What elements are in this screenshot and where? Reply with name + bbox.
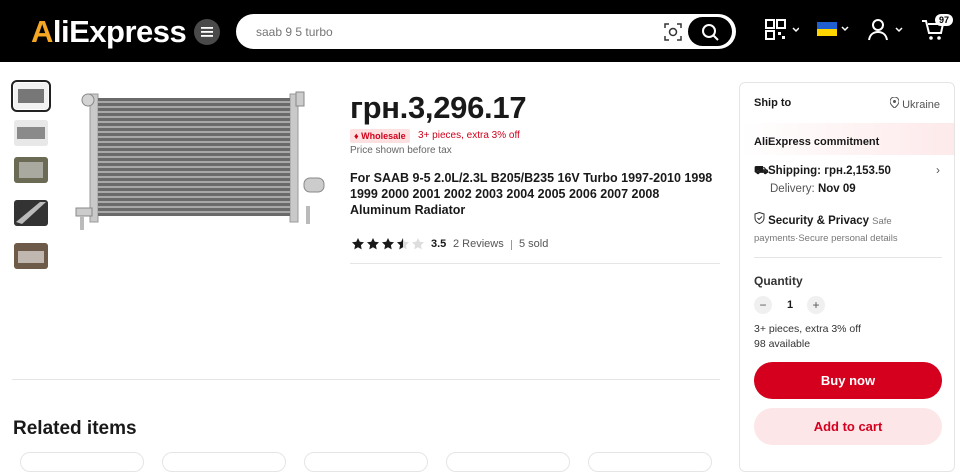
- thumbnail-1[interactable]: [11, 80, 51, 112]
- divider: [12, 379, 720, 380]
- qr-code-icon[interactable]: [765, 19, 799, 41]
- menu-button[interactable]: [194, 19, 220, 45]
- radiator-thumbnail-image: [14, 243, 48, 269]
- delivery-info: Delivery: Nov 09: [770, 183, 856, 195]
- thumbnail-4[interactable]: [14, 200, 48, 226]
- add-to-cart-button[interactable]: Add to cart: [754, 408, 942, 445]
- commitment-title: AliExpress commitment: [754, 136, 880, 148]
- search-button[interactable]: [688, 17, 732, 46]
- ship-to-label: Ship to: [754, 97, 792, 109]
- radiator-thumbnail-image: [14, 83, 48, 109]
- purchase-panel: Ship to Ukraine AliExpress commitment ⛟S…: [739, 82, 955, 472]
- rating-value: 3.5: [431, 238, 447, 250]
- star-icon: [352, 238, 364, 250]
- top-header: AliExpress 97: [0, 0, 960, 62]
- rating-stars[interactable]: [352, 238, 426, 250]
- thumbnail-3[interactable]: [14, 157, 48, 183]
- main-product-image[interactable]: [70, 86, 330, 232]
- quantity-increase-button[interactable]: +: [807, 296, 825, 314]
- product-title: For SAAB 9-5 2.0L/2.3L B205/B235 16V Tur…: [350, 171, 713, 217]
- quantity-value[interactable]: 1: [787, 299, 793, 311]
- image-search-icon[interactable]: [664, 23, 682, 41]
- shield-icon: [754, 211, 765, 225]
- cart-count-badge: 97: [935, 14, 954, 26]
- quantity-info: 3+ pieces, extra 3% off 98 available: [754, 323, 861, 350]
- ukraine-flag-icon[interactable]: [817, 22, 851, 38]
- search-bar: [236, 14, 736, 49]
- related-item-card[interactable]: [446, 452, 570, 472]
- divider: [511, 240, 512, 250]
- radiator-thumbnail-image: [14, 200, 48, 226]
- truck-icon: ⛟: [754, 165, 769, 177]
- tax-note: Price shown before tax: [350, 145, 452, 156]
- related-item-card[interactable]: [162, 452, 286, 472]
- wholesale-offer-text: 3+ pieces, extra 3% off: [418, 130, 520, 141]
- radiator-thumbnail-image: [14, 157, 48, 183]
- hamburger-icon: [201, 27, 213, 37]
- thumbnail-2[interactable]: [14, 120, 48, 146]
- radiator-thumbnail-image: [14, 120, 48, 146]
- divider: [754, 257, 942, 258]
- buy-now-button[interactable]: Buy now: [754, 362, 942, 399]
- wholesale-badge: ♦ Wholesale: [350, 129, 410, 143]
- thumbnail-5[interactable]: [14, 243, 48, 269]
- product-price: грн.3,296.17: [350, 90, 527, 125]
- search-input[interactable]: [256, 23, 636, 41]
- chevron-right-icon[interactable]: ›: [936, 163, 940, 177]
- aliexpress-logo[interactable]: AliExpress: [31, 14, 187, 50]
- shipping-info[interactable]: ⛟Shipping: грн.2,153.50: [754, 164, 891, 179]
- related-item-card[interactable]: [588, 452, 712, 472]
- related-item-card[interactable]: [304, 452, 428, 472]
- search-icon: [702, 24, 719, 41]
- account-icon[interactable]: [868, 18, 906, 42]
- quantity-decrease-button[interactable]: −: [754, 296, 772, 314]
- reviews-link[interactable]: 2 Reviews: [453, 238, 504, 250]
- location-pin-icon: [889, 96, 900, 109]
- tag-icon: ♦: [354, 131, 359, 141]
- related-item-card[interactable]: [20, 452, 144, 472]
- divider: [350, 263, 720, 264]
- security-privacy-info[interactable]: Security & Privacy Safe payments·Secure …: [754, 211, 944, 247]
- related-items-heading: Related items: [13, 418, 137, 439]
- ship-to-location[interactable]: Ukraine: [889, 96, 940, 111]
- quantity-label: Quantity: [754, 274, 803, 288]
- sold-count: 5 sold: [519, 238, 549, 250]
